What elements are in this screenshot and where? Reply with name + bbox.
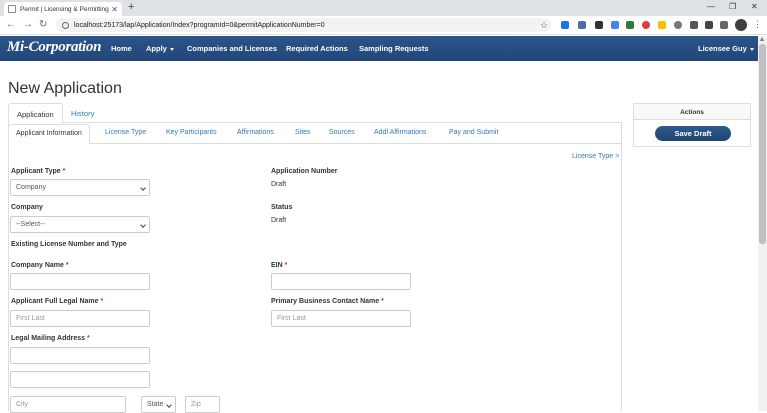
sub-tabs: Applicant Information License Type Key P… <box>8 124 622 145</box>
page-scrollbar[interactable] <box>758 36 767 411</box>
brand-logo[interactable]: Mi-Corporation <box>7 39 101 56</box>
extension-icon[interactable] <box>611 21 619 29</box>
forward-arrow-icon[interactable]: → <box>23 19 33 30</box>
browser-tabstrip: Permit | Licensing & Permitting ✕ + — ❐ … <box>0 0 767 16</box>
cast-icon[interactable] <box>720 21 728 29</box>
legal-name-label: Applicant Full Legal Name * <box>11 298 104 305</box>
nav-sampling-requests[interactable]: Sampling Requests <box>359 44 429 53</box>
site-info-icon[interactable] <box>62 21 69 29</box>
subtab-addl-affirmations[interactable]: Addl Affirmations <box>367 124 433 145</box>
primary-contact-input[interactable]: First Last <box>271 310 411 327</box>
zip-input[interactable]: Zip <box>185 396 220 413</box>
reload-icon[interactable]: ↻ <box>39 19 47 30</box>
new-tab-icon[interactable]: + <box>128 1 134 13</box>
actions-title: Actions <box>634 104 750 120</box>
company-name-label: Company Name * <box>11 262 69 269</box>
app-navbar: Mi-Corporation Home Apply Companies and … <box>0 36 758 61</box>
address-bar[interactable]: localhost:25173/lap/Application/Index?pr… <box>56 18 551 32</box>
subtab-pay-and-submit[interactable]: Pay and Submit <box>442 124 505 145</box>
save-draft-button[interactable]: Save Draft <box>655 126 731 141</box>
browser-tab-title: Permit | Licensing & Permitting <box>20 5 109 13</box>
chevron-down-icon <box>140 222 146 228</box>
nav-apply-label: Apply <box>146 44 167 53</box>
tab-application[interactable]: Application <box>8 103 63 124</box>
back-arrow-icon[interactable]: ← <box>6 19 16 30</box>
state-select[interactable]: State <box>141 396 176 413</box>
browser-toolbar: ← → ↻ localhost:25173/lap/Application/In… <box>0 16 767 35</box>
close-window-icon[interactable]: ✕ <box>751 2 758 11</box>
city-input[interactable]: City <box>10 396 126 413</box>
extension-icon[interactable] <box>578 21 586 29</box>
applicant-type-select[interactable]: Company <box>10 179 150 196</box>
applicant-type-label: Applicant Type * <box>11 168 66 175</box>
extension-icon[interactable] <box>690 21 698 29</box>
application-number-label: Application Number <box>271 168 338 175</box>
browser-menu-icon[interactable]: ⋮ <box>753 19 762 30</box>
extensions-puzzle-icon[interactable] <box>705 21 713 29</box>
mailing-address-line1-input[interactable] <box>10 347 150 364</box>
nav-home[interactable]: Home <box>111 44 132 53</box>
chevron-down-icon <box>140 185 146 191</box>
user-menu[interactable]: Licensee Guy <box>698 44 754 53</box>
application-number-value: Draft <box>271 181 287 188</box>
main-tabs: Application History <box>8 103 622 124</box>
extension-icon[interactable] <box>658 21 666 29</box>
status-value: Draft <box>271 217 287 224</box>
subtab-key-participants[interactable]: Key Participants <box>159 124 224 145</box>
profile-avatar[interactable] <box>735 19 747 31</box>
page-favicon-icon <box>8 5 16 13</box>
tab-history[interactable]: History <box>63 103 102 124</box>
extension-icon[interactable] <box>642 21 650 29</box>
ein-label: EIN * <box>271 262 288 269</box>
address-url: localhost:25173/lap/Application/Index?pr… <box>74 21 325 29</box>
scroll-up-icon[interactable] <box>760 37 764 41</box>
browser-tab[interactable]: Permit | Licensing & Permitting ✕ <box>4 2 122 16</box>
close-tab-icon[interactable]: ✕ <box>111 5 118 14</box>
user-name: Licensee Guy <box>698 44 747 53</box>
extension-icon[interactable] <box>561 21 569 29</box>
ein-input[interactable] <box>271 273 411 290</box>
chevron-down-icon <box>169 47 174 51</box>
subtab-sites[interactable]: Sites <box>288 124 318 145</box>
status-label: Status <box>271 204 293 211</box>
subtab-sources[interactable]: Sources <box>322 124 362 145</box>
company-label: Company <box>11 204 43 211</box>
extension-icon[interactable] <box>626 21 634 29</box>
restore-window-icon[interactable]: ❐ <box>729 2 736 11</box>
nav-required-actions[interactable]: Required Actions <box>286 44 348 53</box>
company-select[interactable]: --Select-- <box>10 216 150 233</box>
extension-icon[interactable] <box>595 21 603 29</box>
mailing-address-label: Legal Mailing Address * <box>11 335 90 342</box>
extension-icon[interactable] <box>674 21 682 29</box>
next-license-type-link[interactable]: License Type > <box>572 153 619 160</box>
bookmark-star-icon[interactable]: ☆ <box>540 20 548 31</box>
page-title: New Application <box>8 80 122 97</box>
application-panel <box>8 123 622 411</box>
subtab-applicant-information[interactable]: Applicant Information <box>8 124 90 145</box>
chevron-down-icon <box>166 402 172 408</box>
nav-companies-and-licenses[interactable]: Companies and Licenses <box>187 44 277 53</box>
actions-panel: Actions Save Draft <box>633 103 751 147</box>
chevron-down-icon <box>749 47 754 51</box>
scrollbar-thumb[interactable] <box>759 44 766 244</box>
existing-license-label: Existing License Number and Type <box>11 241 127 248</box>
minimize-window-icon[interactable]: — <box>707 2 715 11</box>
nav-apply[interactable]: Apply <box>146 44 174 53</box>
company-name-input[interactable] <box>10 273 150 290</box>
primary-contact-label: Primary Business Contact Name * <box>271 298 384 305</box>
mailing-address-line2-input[interactable] <box>10 371 150 388</box>
legal-name-input[interactable]: First Last <box>10 310 150 327</box>
subtab-license-type[interactable]: License Type <box>98 124 153 145</box>
subtab-affirmations[interactable]: Affirmations <box>230 124 281 145</box>
